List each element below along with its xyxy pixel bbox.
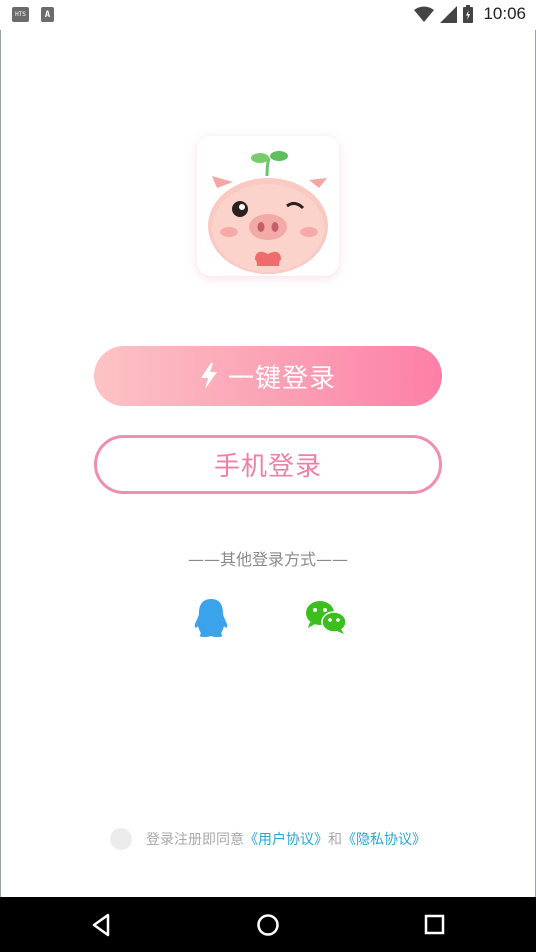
nav-home-button[interactable]	[254, 911, 282, 939]
signal-icon	[440, 5, 458, 23]
agreement-checkbox[interactable]	[110, 828, 132, 850]
agreement-prefix: 登录注册即同意	[146, 832, 244, 848]
nav-recents-button[interactable]	[421, 911, 449, 939]
wechat-login-button[interactable]	[305, 600, 347, 634]
system-nav-bar	[0, 897, 536, 952]
app-logo	[197, 136, 339, 276]
wifi-icon	[414, 6, 435, 22]
qq-login-button[interactable]	[192, 598, 230, 638]
hts-badge-icon: HTS	[12, 7, 29, 22]
one-key-login-button[interactable]: 一键登录	[94, 346, 442, 406]
a-badge-icon: A	[41, 7, 54, 22]
status-notifications: HTS A	[12, 7, 54, 22]
status-system-icons: 10:06	[414, 4, 526, 24]
recents-icon	[424, 914, 445, 935]
qq-icon	[194, 599, 228, 638]
wechat-icon	[306, 601, 347, 634]
status-bar: HTS A 10:06	[0, 0, 536, 30]
agreement-row: 登录注册即同意 《用户协议》 和 《隐私协议》	[0, 828, 536, 850]
user-agreement-link[interactable]: 《用户协议》	[244, 829, 328, 849]
status-time: 10:06	[483, 4, 526, 23]
home-icon	[257, 914, 279, 936]
nav-back-button[interactable]	[88, 911, 116, 939]
one-key-login-label: 一键登录	[227, 363, 336, 394]
lightning-icon	[200, 363, 217, 389]
phone-login-label: 手机登录	[213, 452, 322, 482]
battery-icon	[463, 5, 474, 23]
phone-login-button[interactable]: 手机登录	[94, 435, 442, 494]
agreement-and: 和	[328, 832, 342, 848]
privacy-policy-link[interactable]: 《隐私协议》	[342, 829, 426, 849]
back-icon	[92, 913, 110, 937]
pig-mascot-logo-icon	[208, 151, 328, 274]
other-login-title: ——其他登录方式——	[187, 550, 348, 569]
